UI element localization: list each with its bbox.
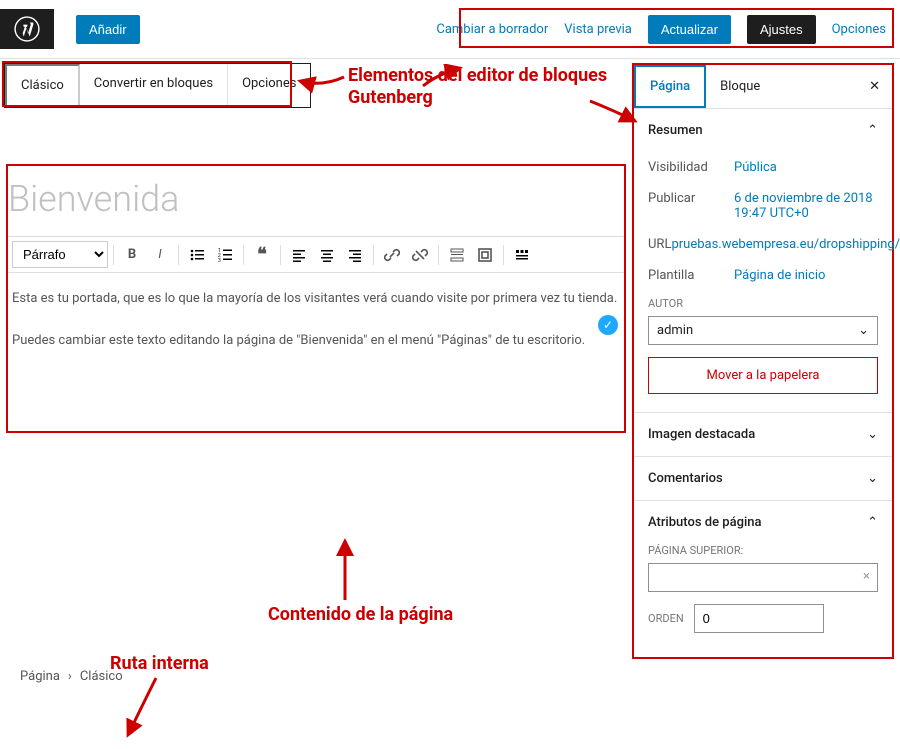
italic-icon[interactable]: I xyxy=(147,242,173,268)
panel-title: Comentarios xyxy=(648,471,723,486)
svg-text:3: 3 xyxy=(218,258,221,263)
panel-featured-image[interactable]: Imagen destacada ⌄ xyxy=(634,413,892,456)
template-label: Plantilla xyxy=(648,268,734,283)
bold-icon[interactable]: B xyxy=(119,242,145,268)
sidebar-tab-page[interactable]: Página xyxy=(634,65,706,108)
wordpress-logo[interactable] xyxy=(0,9,54,49)
editor-toolbar: Párrafo B I 123 ❝ xyxy=(8,236,624,273)
clear-icon[interactable]: × xyxy=(863,569,870,584)
parent-page-label: PÁGINA SUPERIOR: xyxy=(648,544,878,557)
publish-label: Publicar xyxy=(648,191,734,221)
kitchen-sink-icon[interactable] xyxy=(509,242,535,268)
sidebar-tab-block[interactable]: Bloque xyxy=(706,67,774,106)
template-value[interactable]: Página de inicio xyxy=(734,268,878,283)
order-input[interactable] xyxy=(694,604,824,633)
options-link[interactable]: Opciones xyxy=(832,22,886,37)
align-right-icon[interactable] xyxy=(342,242,368,268)
body-paragraph: Puedes cambiar este texto editando la pá… xyxy=(12,331,620,352)
annotation-breadcrumb: Ruta interna xyxy=(110,653,209,674)
update-button[interactable]: Actualizar xyxy=(648,15,731,44)
settings-button[interactable]: Ajustes xyxy=(747,15,816,44)
author-select[interactable]: admin⌄ xyxy=(648,316,878,345)
readmore-icon[interactable] xyxy=(444,242,470,268)
format-select[interactable]: Párrafo xyxy=(12,241,108,268)
settings-sidebar: Página Bloque ✕ Resumen ⌃ VisibilidadPúb… xyxy=(632,63,894,659)
fullscreen-icon[interactable] xyxy=(472,242,498,268)
order-label: ORDEN xyxy=(648,612,684,625)
quote-icon[interactable]: ❝ xyxy=(249,242,275,268)
close-icon[interactable]: ✕ xyxy=(857,69,892,104)
panel-comments[interactable]: Comentarios ⌄ xyxy=(634,457,892,500)
link-icon[interactable] xyxy=(379,242,405,268)
tab-convert[interactable]: Convertir en bloques xyxy=(80,64,228,107)
author-label: AUTOR xyxy=(648,291,878,316)
to-draft-link[interactable]: Cambiar a borrador xyxy=(436,22,548,37)
url-value[interactable]: pruebas.webempresa.eu/dropshipping/ xyxy=(671,237,900,252)
parent-page-input[interactable] xyxy=(648,563,878,592)
tab-classic[interactable]: Clásico xyxy=(5,64,80,107)
panel-title: Imagen destacada xyxy=(648,427,755,442)
panel-title: Resumen xyxy=(648,123,703,138)
panel-title: Atributos de página xyxy=(648,515,762,530)
annotation-gutenberg: Elementos del editor de bloques Gutenber… xyxy=(348,65,608,108)
preview-link[interactable]: Vista previa xyxy=(564,22,632,37)
move-to-trash-button[interactable]: Mover a la papelera xyxy=(648,357,878,394)
tab-options[interactable]: Opciones xyxy=(228,64,310,107)
chevron-down-icon: ⌄ xyxy=(858,323,869,338)
chevron-down-icon: ⌄ xyxy=(867,427,878,442)
panel-summary[interactable]: Resumen ⌃ xyxy=(634,109,892,152)
chevron-down-icon: ⌄ xyxy=(867,471,878,486)
content-area: Bienvenida Párrafo B I 123 ❝ xyxy=(6,164,626,433)
number-list-icon[interactable]: 123 xyxy=(212,242,238,268)
panel-page-attributes[interactable]: Atributos de página ⌃ xyxy=(634,501,892,544)
visibility-label: Visibilidad xyxy=(648,160,734,175)
chevron-up-icon: ⌃ xyxy=(867,123,878,138)
chevron-right-icon: › xyxy=(68,669,72,684)
visibility-value[interactable]: Pública xyxy=(734,160,878,175)
annotation-content: Contenido de la página xyxy=(268,604,453,625)
editor-body[interactable]: Esta es tu portada, que es lo que la may… xyxy=(8,273,624,431)
bullet-list-icon[interactable] xyxy=(184,242,210,268)
add-button[interactable]: Añadir xyxy=(76,15,140,44)
block-toolbar: Clásico Convertir en bloques Opciones xyxy=(4,63,311,108)
align-center-icon[interactable] xyxy=(314,242,340,268)
align-left-icon[interactable] xyxy=(286,242,312,268)
chevron-up-icon: ⌃ xyxy=(867,515,878,530)
body-paragraph: Esta es tu portada, que es lo que la may… xyxy=(12,289,620,310)
breadcrumb-page[interactable]: Página xyxy=(20,669,60,684)
url-label: URL xyxy=(648,237,671,252)
unlink-icon[interactable] xyxy=(407,242,433,268)
publish-value[interactable]: 6 de noviembre de 2018 19:47 UTC+0 xyxy=(734,191,878,221)
page-title[interactable]: Bienvenida xyxy=(8,166,624,236)
